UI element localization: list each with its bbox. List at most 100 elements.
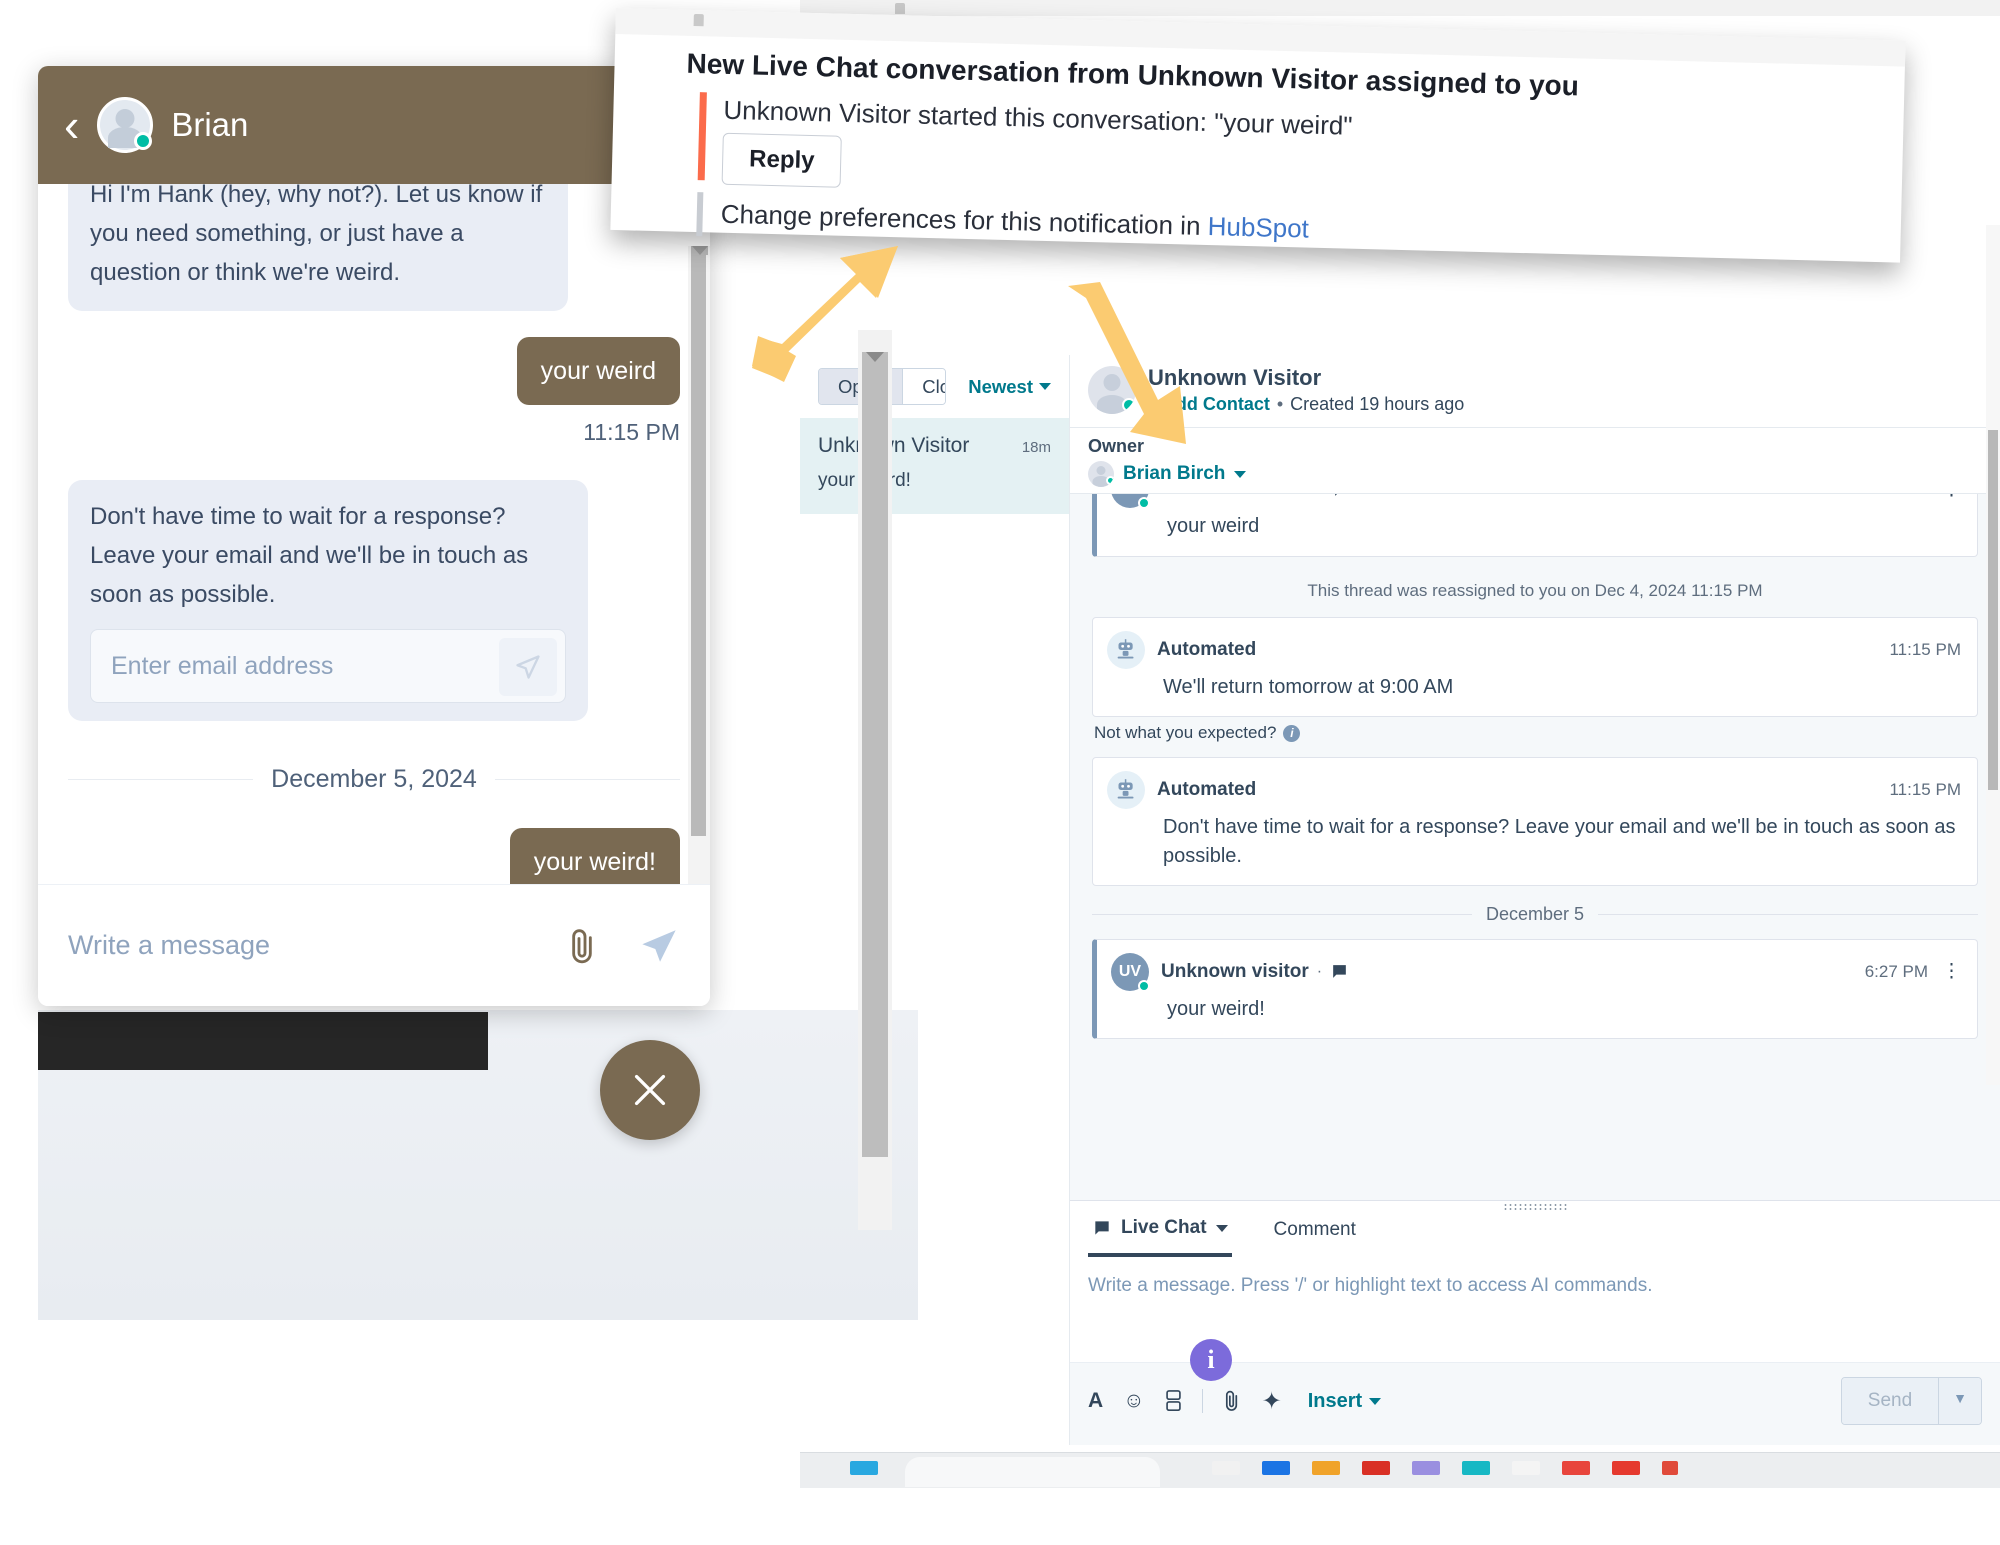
browser-page-scrollbar-thumb[interactable] xyxy=(862,352,888,1157)
message-time: 11:15 PM xyxy=(1889,780,1961,800)
screenshot-root: Open Closed Newest Unknown Visitor 18m y… xyxy=(0,0,2000,1545)
chat-bubble-agent-2: Don't have time to wait for a response? … xyxy=(68,480,588,721)
robot-icon xyxy=(1107,630,1145,669)
thread-messages-scroll[interactable]: UV Unknown Visitor · 11:15 PM ⋮ your wei… xyxy=(1070,494,2000,1200)
avatar-initials: UV xyxy=(1118,962,1142,980)
notification-preferences: Change preferences for this notification… xyxy=(720,199,1309,245)
avatar-head-icon xyxy=(1096,465,1106,475)
snippet-icon[interactable] xyxy=(1165,1390,1182,1412)
message-text: your weird xyxy=(1167,515,1260,538)
composer: Live Chat Comment Write a message. Press… xyxy=(1070,1200,2000,1445)
tab-live-chat[interactable]: Live Chat xyxy=(1088,1201,1232,1257)
system-note: This thread was reassigned to you on Dec… xyxy=(1307,580,1763,600)
online-status-dot xyxy=(1138,979,1150,992)
live-chat-icon xyxy=(1333,965,1346,979)
text-format-icon[interactable]: A xyxy=(1088,1389,1103,1413)
taskbar-icon-2[interactable] xyxy=(1212,1461,1240,1475)
online-status-dot xyxy=(1106,476,1114,486)
send-button[interactable]: Send xyxy=(1841,1378,1939,1424)
insert-label: Insert xyxy=(1307,1389,1363,1412)
live-chat-icon xyxy=(1335,494,1337,496)
kebab-menu-icon[interactable]: ⋮ xyxy=(1942,494,1961,499)
tab-comment[interactable]: Comment xyxy=(1270,1203,1360,1255)
visitor-avatar: UV xyxy=(1111,952,1150,992)
robot-glyph xyxy=(1117,638,1134,659)
taskbar-icon-8[interactable] xyxy=(1512,1461,1540,1475)
sort-label: Newest xyxy=(968,375,1033,397)
conversation-list-item[interactable]: Unknown Visitor 18m your weird! xyxy=(800,418,1069,514)
chat-date-label: December 5, 2024 xyxy=(271,764,477,793)
email-placeholder: Enter email address xyxy=(111,651,334,680)
send-options-caret[interactable]: ▼ xyxy=(1938,1378,1981,1424)
sort-dropdown[interactable]: Newest xyxy=(968,376,1051,398)
email-send-button[interactable] xyxy=(499,637,557,696)
thread-scrollbar-thumb[interactable] xyxy=(1988,430,1998,790)
emoji-icon[interactable]: ☺ xyxy=(1123,1389,1144,1413)
message-author: Unknown visitor xyxy=(1161,960,1309,982)
info-badge[interactable]: i xyxy=(1190,1339,1232,1381)
insert-dropdown[interactable]: Insert xyxy=(1307,1389,1382,1413)
chat-bubble-agent-1: Hi I'm Hank (hey, why not?). Let us know… xyxy=(68,184,568,311)
meta-separator: • xyxy=(1276,394,1284,415)
message-text: your weird! xyxy=(1167,997,1265,1020)
message-card-visitor-2: UV Unknown visitor · 6:27 PM ⋮ your weir… xyxy=(1092,938,1978,1040)
browser-page-scrollbar[interactable] xyxy=(858,330,892,1230)
chevron-down-icon[interactable] xyxy=(1234,470,1247,478)
chevron-down-icon xyxy=(1369,1397,1382,1405)
thread-scrollbar[interactable] xyxy=(1986,225,2000,1085)
online-status-dot xyxy=(134,132,153,150)
info-icon[interactable]: i xyxy=(1283,724,1301,742)
kebab-menu-icon[interactable]: ⋮ xyxy=(1942,962,1961,981)
taskbar-icon-6[interactable] xyxy=(1412,1461,1440,1475)
paper-plane-icon[interactable] xyxy=(638,925,680,967)
notification-reply-button[interactable]: Reply xyxy=(721,132,843,188)
taskbar-icon-3[interactable] xyxy=(1262,1461,1290,1475)
owner-label: Owner xyxy=(1088,436,1145,457)
taskbar-icons xyxy=(850,1461,1678,1475)
ai-sparkle-icon[interactable]: ✦ xyxy=(1262,1387,1282,1416)
composer-resize-grip[interactable] xyxy=(1503,1203,1567,1211)
email-capture-field[interactable]: Enter email address xyxy=(90,628,566,703)
taskbar-icon-7[interactable] xyxy=(1462,1461,1490,1475)
owner-bar: Owner Brian Birch xyxy=(1070,428,2000,495)
taskbar-icon-11[interactable] xyxy=(1662,1461,1678,1475)
taskbar-icon-5[interactable] xyxy=(1362,1461,1390,1475)
os-taskbar xyxy=(800,1452,2000,1488)
chat-widget-messages: Hi I'm Hank (hey, why not?). Let us know… xyxy=(38,184,710,884)
paperclip-icon[interactable] xyxy=(562,926,602,966)
chevron-left-icon[interactable]: ‹ xyxy=(64,102,79,148)
chevron-down-icon xyxy=(1215,1224,1228,1232)
message-time: 11:15 PM xyxy=(1856,494,1928,499)
divider-line xyxy=(68,778,254,780)
filter-tab-closed[interactable]: Closed xyxy=(902,369,946,404)
hubspot-link[interactable]: HubSpot xyxy=(1207,211,1309,244)
browser-tab-nub xyxy=(895,3,905,14)
chat-close-button[interactable] xyxy=(600,1040,700,1140)
chat-composer-placeholder[interactable]: Write a message xyxy=(68,930,270,961)
thread-pane: Unknown Visitor + Add Contact • Created 19… xyxy=(1070,355,2000,1445)
owner-name[interactable]: Brian Birch xyxy=(1123,463,1225,485)
chat-bubble-agent-2-text: Don't have time to wait for a response? … xyxy=(90,503,529,608)
robot-glyph xyxy=(1117,779,1134,799)
avatar-head-icon xyxy=(115,109,135,128)
message-author: Automated xyxy=(1157,638,1257,660)
taskbar-icon-10[interactable] xyxy=(1612,1461,1640,1475)
message-card-visitor-1: UV Unknown Visitor · 11:15 PM ⋮ your wei… xyxy=(1092,494,1978,557)
message-header: UV Unknown Visitor · 11:15 PM ⋮ xyxy=(1111,494,1961,510)
attach-icon[interactable] xyxy=(1223,1390,1242,1413)
owner-row: Brian Birch xyxy=(1088,461,1982,488)
inbox-body: Open Closed Newest Unknown Visitor 18m y… xyxy=(800,355,2000,1445)
chat-widget-scrollbar[interactable] xyxy=(688,246,710,886)
visitor-avatar: UV xyxy=(1111,494,1150,510)
message-text: Don't have time to wait for a response? … xyxy=(1163,816,1956,867)
taskbar-icon-9[interactable] xyxy=(1562,1461,1590,1475)
taskbar-icon-4[interactable] xyxy=(1312,1461,1340,1475)
chat-bubble-visitor-1-row: your weird xyxy=(68,336,680,406)
taskbar-spacer xyxy=(900,1461,1190,1475)
message-author: Unknown Visitor xyxy=(1161,494,1311,500)
taskbar-icon-1[interactable] xyxy=(850,1461,878,1475)
arrow-down-right-glyph xyxy=(1068,282,1186,444)
conversation-snippet: your weird! xyxy=(818,470,911,491)
notification-toast: New Live Chat conversation from Unknown … xyxy=(610,8,1906,263)
chat-widget-scrollbar-thumb[interactable] xyxy=(691,246,706,836)
